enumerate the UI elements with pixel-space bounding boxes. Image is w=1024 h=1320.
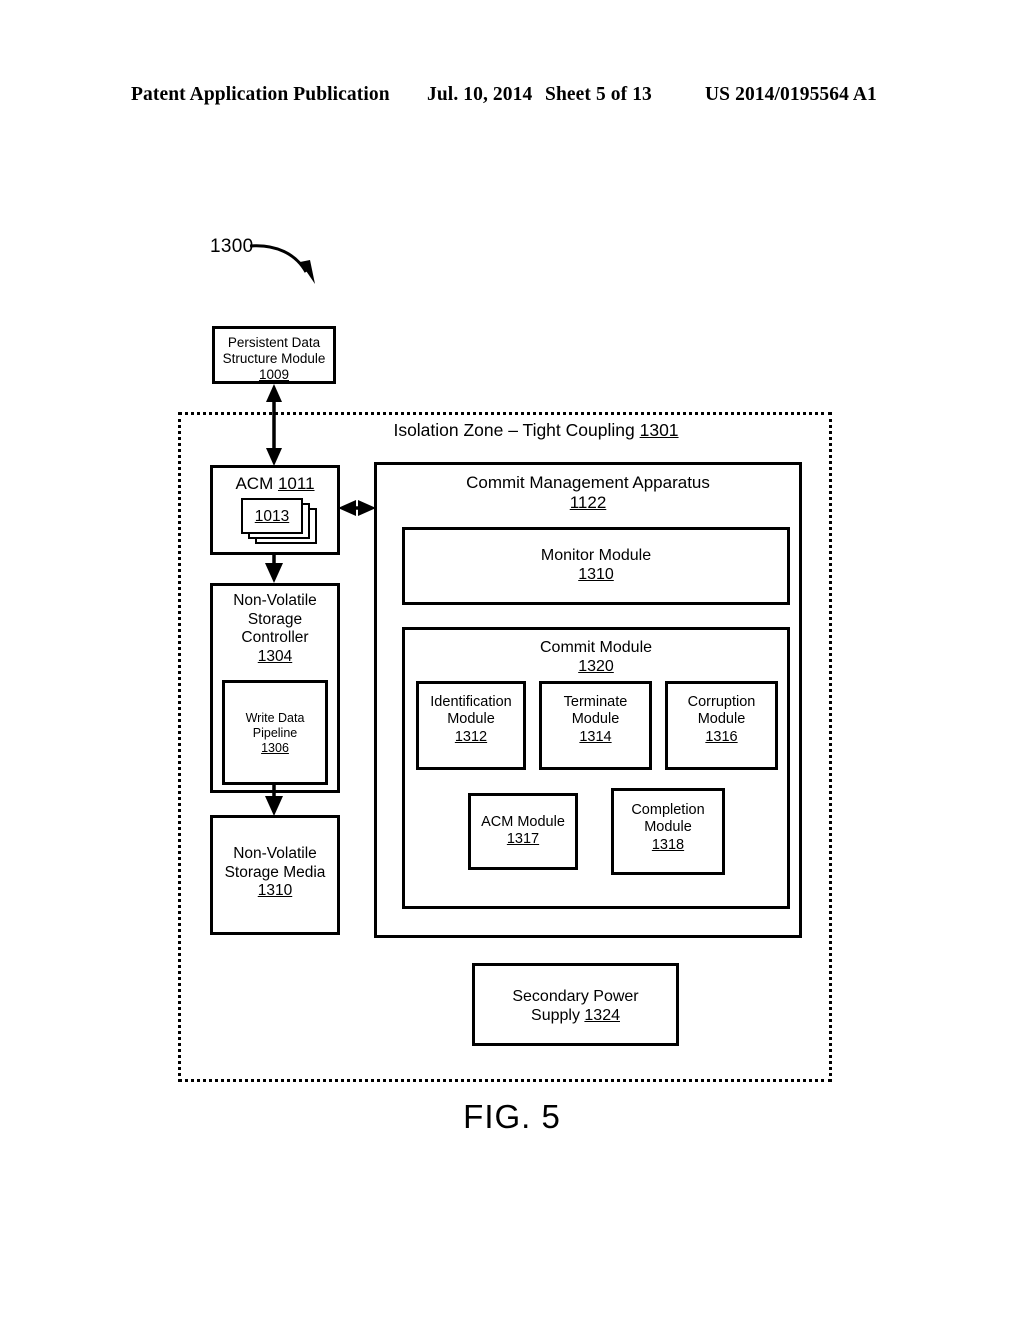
terminate-module-line1: Terminate: [563, 694, 628, 710]
acm-module-box: ACM Module 1317: [468, 793, 578, 870]
identification-module-box: Identification Module 1312: [416, 681, 526, 770]
isolation-zone-ref: 1301: [639, 420, 679, 440]
nvsm-line1: Non-Volatile: [233, 845, 317, 862]
figure-callout-arrow-icon: [249, 244, 315, 284]
acm-stack-ref: 1013: [254, 508, 290, 525]
wdp-ref: 1306: [261, 741, 289, 755]
corruption-module-line2: Module: [697, 711, 746, 728]
monitor-module-box: Monitor Module 1310: [402, 527, 790, 605]
persistent-data-structure-module-line1: Persistent Data: [227, 335, 321, 350]
terminate-module-box: Terminate Module 1314: [539, 681, 652, 770]
figure-caption: FIG. 5: [463, 1098, 561, 1135]
secondary-power-supply-line2: Supply 1324: [475, 1006, 676, 1025]
wdp-line2: Pipeline: [252, 726, 298, 740]
nvsm-line2: Storage Media: [224, 863, 326, 881]
monitor-module-ref: 1310: [578, 566, 614, 584]
corruption-module-ref: 1316: [705, 728, 738, 745]
acm-stack-sheet-front: 1013: [241, 498, 303, 534]
persistent-data-structure-module-ref: 1009: [258, 367, 290, 383]
acm-box: ACM 1011 1013: [210, 465, 340, 555]
identification-module-ref: 1312: [454, 728, 488, 745]
identification-module-line2: Module: [447, 711, 495, 728]
cma-ref: 1122: [569, 493, 607, 513]
nvsc-line3: Controller: [241, 629, 309, 647]
terminate-module-line2: Module: [571, 711, 620, 728]
write-data-pipeline-box: Write Data Pipeline 1306: [222, 680, 328, 785]
secondary-power-supply-line2-text: Supply: [531, 1007, 580, 1025]
secondary-power-supply-line1: Secondary Power: [512, 988, 639, 1005]
completion-module-line1: Completion: [631, 802, 705, 818]
acm-module-line1: ACM Module: [481, 814, 565, 830]
nvsm-ref: 1310: [257, 882, 293, 900]
acm-label: ACM: [235, 474, 274, 493]
nvsc-line1: Non-Volatile: [233, 592, 317, 609]
isolation-zone-label: Isolation Zone – Tight Coupling 1301: [386, 420, 686, 442]
acm-ref: 1011: [277, 474, 315, 493]
secondary-power-supply-ref: 1324: [584, 1007, 620, 1025]
completion-module-ref: 1318: [651, 836, 685, 853]
nvsc-line2: Storage: [247, 610, 303, 628]
acm-title: ACM 1011: [213, 474, 337, 494]
nvsc-ref: 1304: [257, 647, 293, 665]
commit-module-title: Commit Module: [539, 639, 653, 656]
identification-module-line1: Identification: [430, 694, 512, 710]
completion-module-box: Completion Module 1318: [611, 788, 725, 875]
corruption-module-box: Corruption Module 1316: [665, 681, 778, 770]
isolation-zone-title: Isolation Zone – Tight Coupling: [393, 420, 635, 440]
acm-module-ref: 1317: [506, 831, 540, 848]
completion-module-line2: Module: [644, 819, 692, 836]
persistent-data-structure-module-line2: Structure Module: [222, 351, 326, 367]
non-volatile-storage-media-box: Non-Volatile Storage Media 1310: [210, 815, 340, 935]
figure-callout-label: 1300: [210, 236, 254, 257]
patent-figure: 1300 Isolation Zone – Tight Coupling 130…: [0, 0, 1024, 1320]
wdp-line1: Write Data: [245, 711, 305, 725]
corruption-module-line1: Corruption: [687, 694, 756, 710]
terminate-module-ref: 1314: [579, 728, 612, 745]
acm-page-stack-icon: 1013: [241, 498, 319, 544]
persistent-data-structure-module-box: Persistent Data Structure Module 1009: [212, 326, 336, 384]
commit-module-ref: 1320: [578, 658, 614, 676]
secondary-power-supply-box: Secondary Power Supply 1324: [472, 963, 679, 1046]
monitor-module-title: Monitor Module: [540, 547, 652, 564]
cma-title: Commit Management Apparatus: [466, 473, 710, 492]
